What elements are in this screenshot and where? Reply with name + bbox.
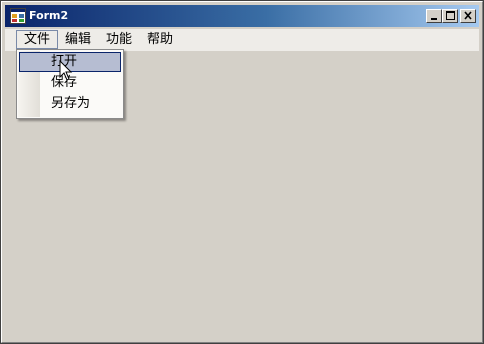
menu-item-open[interactable]: 打开 [19,52,121,72]
menu-function[interactable]: 功能 [99,30,139,49]
form2-window: Form2 文件 编辑 功能 帮助 打开 保存 另存为 [0,0,484,344]
window-title: Form2 [29,9,69,22]
file-menu-dropdown: 打开 保存 另存为 [16,49,124,119]
minimize-button[interactable] [426,9,442,23]
menu-item-save-label: 保存 [51,75,78,90]
menu-file[interactable]: 文件 [16,30,59,49]
close-icon [464,11,472,20]
menu-bar: 文件 编辑 功能 帮助 [5,29,479,51]
form-app-icon[interactable] [10,8,26,24]
menu-help[interactable]: 帮助 [140,30,180,49]
menu-item-save-as[interactable]: 另存为 [19,94,121,114]
menu-item-save[interactable]: 保存 [19,73,121,93]
minimize-icon [431,18,437,20]
menu-item-open-label: 打开 [51,54,78,69]
title-bar[interactable]: Form2 [5,5,479,27]
menu-edit[interactable]: 编辑 [58,30,98,49]
maximize-button[interactable] [442,9,458,23]
menu-item-save-as-label: 另存为 [51,96,91,111]
maximize-icon [446,11,455,20]
close-button[interactable] [460,9,476,23]
